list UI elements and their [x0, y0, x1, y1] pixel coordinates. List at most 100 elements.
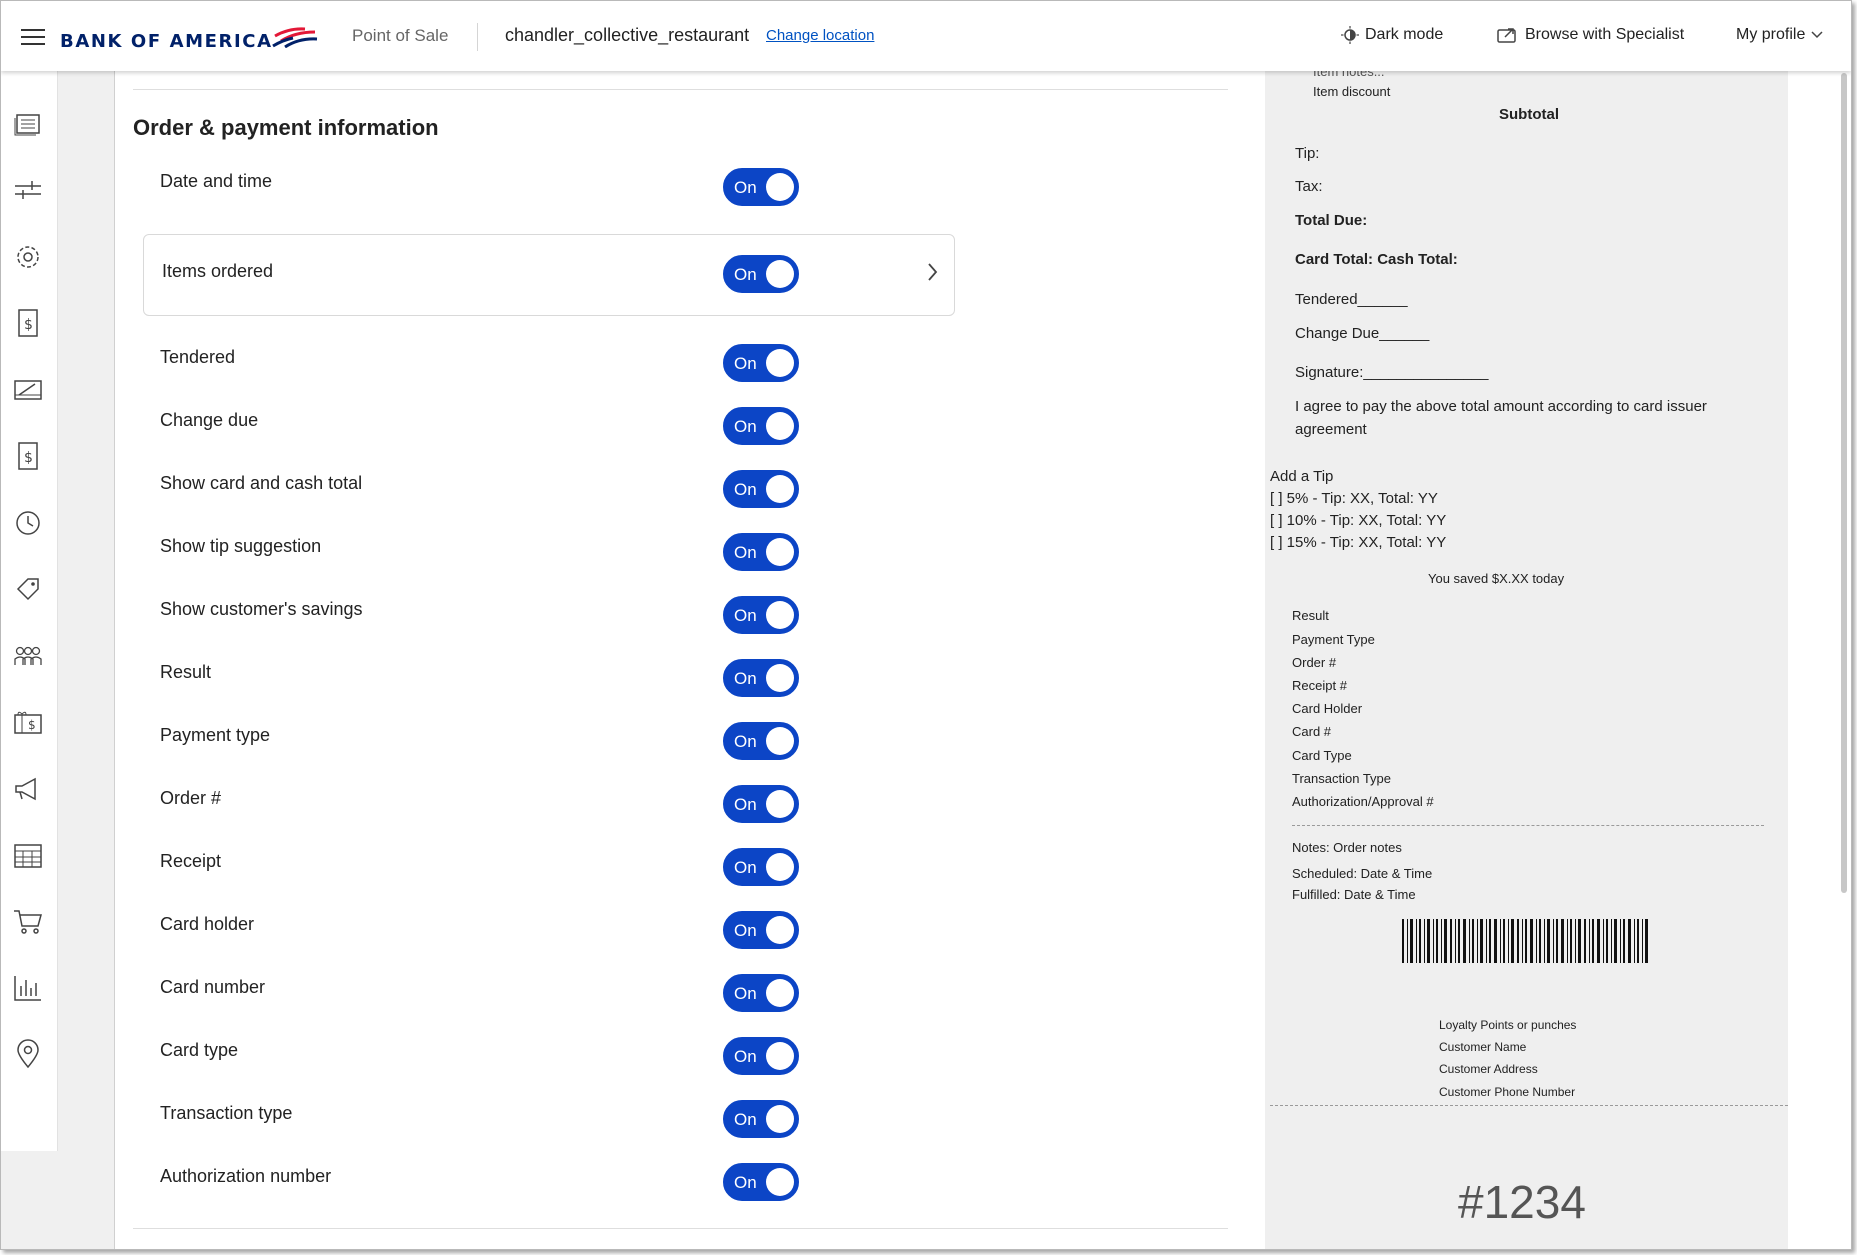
signature-line: Signature:_______________ — [1295, 364, 1489, 381]
current-location: chandler_collective_restaurant — [505, 25, 750, 45]
clock-icon[interactable] — [13, 508, 43, 538]
dark-mode-button[interactable]: Dark mode — [1341, 26, 1443, 44]
tip-suggestion-toggle[interactable]: On — [723, 533, 799, 571]
detail-line: Card # — [1292, 724, 1332, 739]
detail-line: Payment Type — [1292, 632, 1375, 647]
megaphone-icon[interactable] — [13, 774, 43, 804]
setting-label: Card number — [160, 977, 266, 997]
brand-flag-icon — [272, 27, 318, 48]
setting-label: Result — [160, 662, 212, 682]
section-title: Order & payment information — [133, 115, 439, 140]
brand-logo-text: BANK OF AMERICA — [60, 31, 273, 52]
setting-label: Card holder — [160, 914, 255, 934]
tendered-toggle[interactable]: On — [723, 344, 799, 382]
setting-label: Show card and cash total — [160, 473, 363, 493]
app-window: BANK OF AMERICA Point of Sale chandler_c… — [0, 0, 1852, 1250]
receipt-preview-panel: Item notes... Item discount Subtotal Tip… — [1244, 71, 1851, 1249]
svg-text:$: $ — [28, 718, 36, 732]
receipts-icon[interactable] — [13, 109, 43, 139]
setting-row-customer-savings: Show customer's savings On — [142, 596, 952, 655]
setting-label: Show customer's savings — [160, 599, 363, 619]
brightness-icon — [1341, 26, 1359, 44]
svg-text:$: $ — [24, 317, 33, 333]
gift-card-icon[interactable]: $ — [13, 707, 43, 737]
date-time-toggle[interactable]: On — [723, 168, 799, 206]
header-divider — [477, 23, 478, 51]
setting-row-authorization-number: Authorization number On — [142, 1163, 952, 1222]
detail-line: Receipt # — [1292, 678, 1347, 693]
card-cash-total-label: Card Total: Cash Total: — [1295, 251, 1458, 268]
setting-row-card-type: Card type On — [142, 1037, 952, 1096]
setting-label: Authorization number — [160, 1166, 332, 1186]
scrollbar-thumb[interactable] — [1841, 73, 1847, 893]
savings-text: You saved $X.XX today — [1428, 571, 1565, 586]
setting-row-tip-suggestion: Show tip suggestion On — [142, 533, 952, 592]
bar-chart-icon[interactable] — [13, 973, 43, 1003]
receipt-divider — [1270, 1105, 1788, 1106]
transaction-type-toggle[interactable]: On — [723, 1100, 799, 1138]
items-ordered-toggle[interactable]: On — [723, 255, 799, 293]
tip-option: [ ] 15% - Tip: XX, Total: YY — [1270, 534, 1447, 551]
top-header: BANK OF AMERICA Point of Sale chandler_c… — [1, 1, 1851, 71]
calendar-icon[interactable] — [13, 840, 43, 870]
section-divider — [133, 1228, 1228, 1229]
setting-row-result: Result On — [142, 659, 952, 718]
my-profile-menu[interactable]: My profile — [1736, 26, 1823, 44]
setting-row-change-due: Change due On — [142, 407, 952, 466]
change-location-link[interactable]: Change location — [766, 27, 874, 44]
my-profile-label: My profile — [1736, 26, 1806, 43]
detail-line: Card Type — [1292, 748, 1352, 763]
register-icon[interactable] — [13, 375, 43, 405]
change-due-toggle[interactable]: On — [723, 407, 799, 445]
setting-label: Change due — [160, 410, 259, 430]
gear-icon[interactable] — [13, 242, 43, 272]
dollar-receipt-icon[interactable]: $ — [13, 441, 43, 471]
barcode-image — [1402, 919, 1648, 963]
tip-label: Tip: — [1295, 145, 1320, 162]
share-screen-icon — [1497, 28, 1516, 43]
card-cash-total-toggle[interactable]: On — [723, 470, 799, 508]
setting-label: Payment type — [160, 725, 271, 745]
tip-option: [ ] 5% - Tip: XX, Total: YY — [1270, 490, 1438, 507]
svg-text:$: $ — [24, 450, 33, 466]
card-holder-toggle[interactable]: On — [723, 911, 799, 949]
customer-savings-toggle[interactable]: On — [723, 596, 799, 634]
order-number-toggle[interactable]: On — [723, 785, 799, 823]
sliders-icon[interactable] — [13, 175, 43, 205]
loyalty-line: Customer Name — [1439, 1040, 1527, 1054]
result-toggle[interactable]: On — [723, 659, 799, 697]
authorization-number-toggle[interactable]: On — [723, 1163, 799, 1201]
left-nav-rail: $ $ $ — [1, 71, 58, 1151]
tendered-line: Tendered______ — [1295, 291, 1408, 308]
setting-row-items-ordered[interactable]: Items ordered On — [143, 234, 955, 316]
detail-line: Card Holder — [1292, 701, 1363, 716]
receipt-toggle[interactable]: On — [723, 848, 799, 886]
location-pin-icon[interactable] — [13, 1039, 43, 1069]
setting-row-date-time: Date and time On — [142, 168, 952, 227]
setting-label: Order # — [160, 788, 222, 808]
setting-row-transaction-type: Transaction type On — [142, 1100, 952, 1159]
app-name: Point of Sale — [352, 26, 449, 45]
setting-row-card-cash-total: Show card and cash total On — [142, 470, 952, 529]
chevron-right-icon[interactable] — [928, 263, 938, 281]
setting-label: Show tip suggestion — [160, 536, 322, 556]
dollar-document-icon[interactable]: $ — [13, 308, 43, 338]
setting-row-tendered: Tendered On — [142, 344, 952, 403]
detail-line: Authorization/Approval # — [1292, 794, 1434, 809]
section-divider — [133, 89, 1228, 90]
setting-row-order-number: Order # On — [142, 785, 952, 844]
setting-label: Items ordered — [162, 261, 274, 281]
card-type-toggle[interactable]: On — [723, 1037, 799, 1075]
detail-line: Order # — [1292, 655, 1337, 670]
setting-row-payment-type: Payment type On — [142, 722, 952, 781]
customers-icon[interactable] — [13, 641, 43, 671]
add-tip-heading: Add a Tip — [1270, 468, 1334, 485]
subtotal-label: Subtotal — [1499, 106, 1559, 123]
hamburger-menu-icon[interactable] — [21, 29, 45, 45]
setting-row-card-holder: Card holder On — [142, 911, 952, 970]
browse-specialist-button[interactable]: Browse with Specialist — [1497, 26, 1684, 44]
payment-type-toggle[interactable]: On — [723, 722, 799, 760]
card-number-toggle[interactable]: On — [723, 974, 799, 1012]
cart-icon[interactable] — [13, 907, 43, 937]
tag-icon[interactable] — [13, 574, 43, 604]
